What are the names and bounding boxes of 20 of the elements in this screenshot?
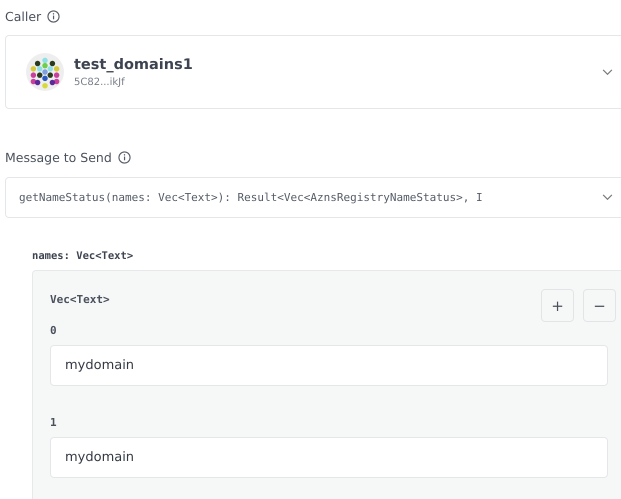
account-address: 5C82...ikJf (74, 76, 125, 88)
info-icon (118, 150, 131, 164)
account-name: test_domains1 (74, 56, 193, 72)
message-select[interactable]: getNameStatus(names: Vec<Text>): Result<Vec<AznsRegistryNameStatus>, I (5, 177, 621, 218)
info-icon (47, 10, 60, 22)
field-label: Caller (5, 8, 42, 24)
item-index: 1 (50, 416, 57, 429)
input-field[interactable]: mydomain (50, 345, 608, 386)
remove-button[interactable]: − (583, 289, 616, 322)
chevron-down-icon (602, 68, 613, 76)
account-select[interactable]: test_domains1 5C82...ikJf (5, 35, 621, 109)
add-button[interactable]: + (541, 289, 574, 322)
field-label: Message to Send (5, 150, 112, 164)
input-field[interactable]: mydomain (50, 437, 608, 478)
identicon-icon (26, 53, 64, 91)
chevron-down-icon (602, 194, 613, 201)
type-label: Vec<Text> (50, 293, 110, 306)
argument-label: names: Vec<Text> (32, 250, 134, 262)
item-index: 0 (50, 324, 57, 337)
message-signature: getNameStatus(names: Vec<Text>): Result<Vec<AznsRegistryNameStatus>, I (19, 191, 484, 204)
